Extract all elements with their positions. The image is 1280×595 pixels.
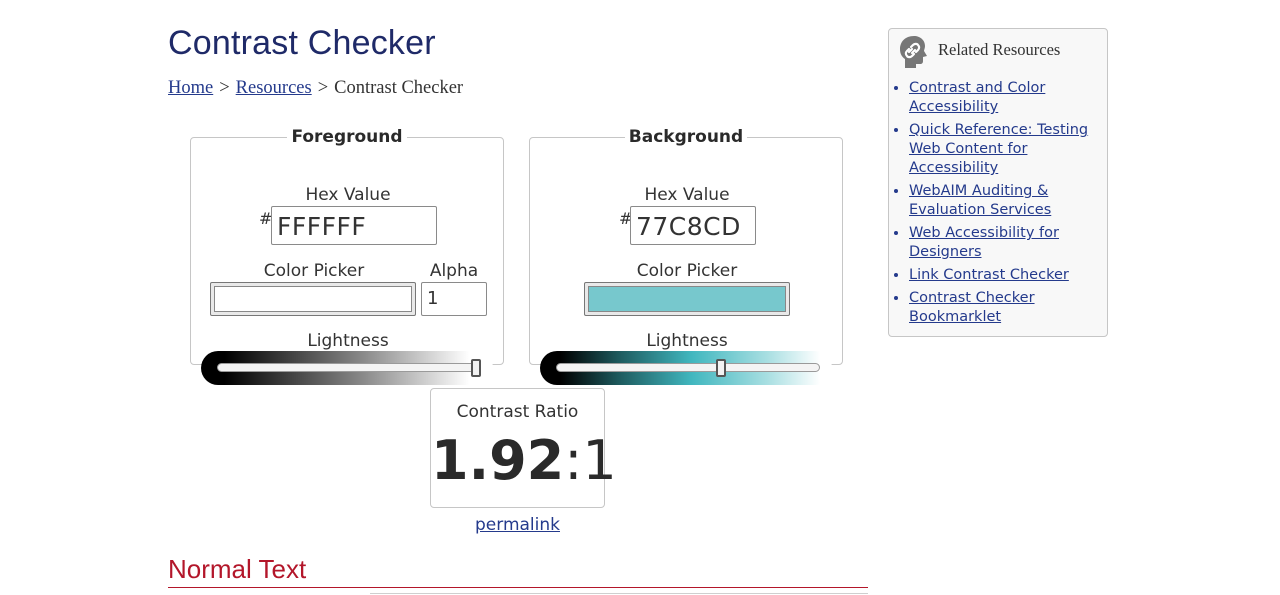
breadcrumb-separator: > (317, 78, 329, 98)
related-resources-sidebar: Related Resources Contrast and Color Acc… (888, 28, 1108, 337)
resource-link-bookmarklet[interactable]: Contrast Checker Bookmarklet (909, 290, 1035, 325)
foreground-legend: Foreground (291, 127, 403, 147)
related-resources-list: Contrast and Color Accessibility Quick R… (889, 79, 1091, 331)
foreground-hex-input[interactable]: FFFFFF (271, 206, 437, 245)
background-lightness-slider[interactable] (540, 351, 832, 385)
list-item: Link Contrast Checker (909, 266, 1091, 285)
link-head-icon (900, 36, 927, 68)
foreground-lightness-slider[interactable] (201, 351, 493, 385)
list-item: Web Accessibility for Designers (909, 224, 1091, 262)
foreground-alpha-input[interactable]: 1 (421, 282, 487, 316)
section-divider (168, 587, 868, 588)
page-title: Contrast Checker (168, 24, 436, 62)
resource-link-designers[interactable]: Web Accessibility for Designers (909, 225, 1059, 260)
foreground-lightness-thumb[interactable] (471, 359, 481, 377)
background-color-swatch (588, 286, 786, 312)
background-hex-input[interactable]: 77C8CD (630, 206, 756, 245)
breadcrumb-current: Contrast Checker (334, 78, 464, 98)
background-picker-label: Color Picker (636, 261, 738, 281)
permalink-link[interactable]: permalink (430, 515, 605, 535)
foreground-panel: Foreground Hex Value # FFFFFF Color Pick… (190, 127, 504, 385)
breadcrumb: Home > Resources > Contrast Checker (168, 78, 463, 99)
contrast-ratio-suffix: :1 (564, 429, 617, 492)
list-item: WebAIM Auditing & Evaluation Services (909, 182, 1091, 220)
breadcrumb-separator: > (219, 78, 230, 98)
list-item: Contrast and Color Accessibility (909, 79, 1091, 117)
foreground-picker-label: Color Picker (263, 261, 365, 281)
foreground-hex-label: Hex Value (305, 185, 391, 205)
background-lightness-thumb[interactable] (716, 359, 726, 377)
breadcrumb-home-link[interactable]: Home (168, 78, 213, 98)
preview-border (370, 593, 868, 594)
resource-link-contrast-color[interactable]: Contrast and Color Accessibility (909, 80, 1045, 115)
resource-link-quick-reference[interactable]: Quick Reference: Testing Web Content for… (909, 122, 1088, 176)
background-color-picker[interactable] (584, 282, 790, 316)
resource-link-auditing-services[interactable]: WebAIM Auditing & Evaluation Services (909, 183, 1051, 218)
contrast-ratio-number: 1.92 (431, 429, 565, 492)
background-legend: Background (628, 127, 744, 147)
background-lightness-label: Lightness (646, 331, 728, 351)
foreground-color-swatch (214, 286, 412, 312)
list-item: Quick Reference: Testing Web Content for… (909, 121, 1091, 178)
foreground-color-picker[interactable] (210, 282, 416, 316)
contrast-ratio-value: 1.92:1 (431, 429, 617, 492)
background-hex-label: Hex Value (644, 185, 730, 205)
background-lightness-track (556, 363, 820, 372)
foreground-lightness-track (217, 363, 481, 372)
background-panel: Background Hex Value # 77C8CD Color Pick… (529, 127, 843, 385)
contrast-ratio-label: Contrast Ratio (456, 402, 579, 422)
foreground-alpha-label: Alpha (429, 261, 479, 281)
foreground-lightness-label: Lightness (307, 331, 389, 351)
breadcrumb-resources-link[interactable]: Resources (236, 78, 312, 98)
list-item: Contrast Checker Bookmarklet (909, 289, 1091, 327)
related-resources-title: Related Resources (938, 40, 1061, 59)
normal-text-heading: Normal Text (168, 554, 307, 584)
resource-link-link-contrast-checker[interactable]: Link Contrast Checker (909, 267, 1069, 283)
contrast-ratio-box: Contrast Ratio 1.92:1 (430, 388, 617, 508)
